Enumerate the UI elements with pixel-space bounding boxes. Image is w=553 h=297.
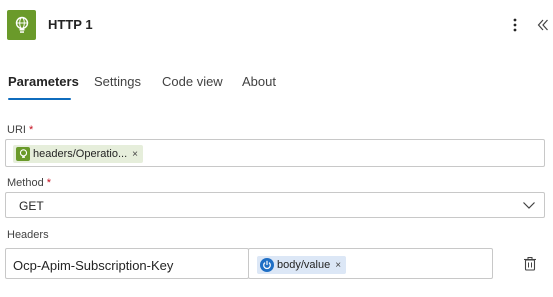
header-key-input[interactable]: Ocp-Apim-Subscription-Key — [5, 248, 249, 279]
remove-token-button[interactable]: × — [132, 149, 138, 160]
delete-header-row-button[interactable] — [521, 255, 539, 273]
tab-about[interactable]: About — [242, 74, 276, 89]
method-label: Method * — [7, 177, 52, 189]
panel-header: HTTP 1 — [0, 0, 553, 52]
header-value-token[interactable]: body/value × — [257, 256, 347, 274]
double-chevron-left-icon — [537, 19, 548, 31]
method-value: GET — [19, 199, 44, 213]
tab-code-view[interactable]: Code view — [162, 74, 223, 89]
panel-title: HTTP 1 — [48, 17, 93, 32]
uri-label: URI * — [7, 124, 34, 136]
power-icon — [260, 258, 274, 272]
tab-bar: Parameters Settings Code view About — [0, 70, 553, 102]
headers-label: Headers — [7, 229, 49, 241]
header-value-input[interactable]: body/value × — [248, 248, 493, 279]
more-options-button[interactable] — [506, 14, 524, 36]
header-key-value: Ocp-Apim-Subscription-Key — [13, 258, 174, 273]
uri-input[interactable]: headers/Operatio... × — [5, 139, 545, 167]
globe-bulb-icon — [16, 147, 30, 161]
tab-parameters[interactable]: Parameters — [8, 74, 79, 89]
tab-settings[interactable]: Settings — [94, 74, 141, 89]
method-select[interactable]: GET — [5, 192, 545, 218]
remove-token-button[interactable]: × — [335, 260, 341, 271]
active-tab-indicator — [8, 98, 71, 100]
delete-row-icon — [524, 257, 536, 271]
uri-token-label: headers/Operatio... — [33, 148, 128, 160]
more-vertical-icon — [513, 18, 517, 32]
collapse-panel-button[interactable] — [534, 14, 552, 36]
uri-token[interactable]: headers/Operatio... × — [13, 145, 144, 163]
globe-bulb-icon — [7, 10, 36, 40]
header-value-token-label: body/value — [277, 259, 331, 271]
chevron-down-icon — [523, 202, 535, 209]
